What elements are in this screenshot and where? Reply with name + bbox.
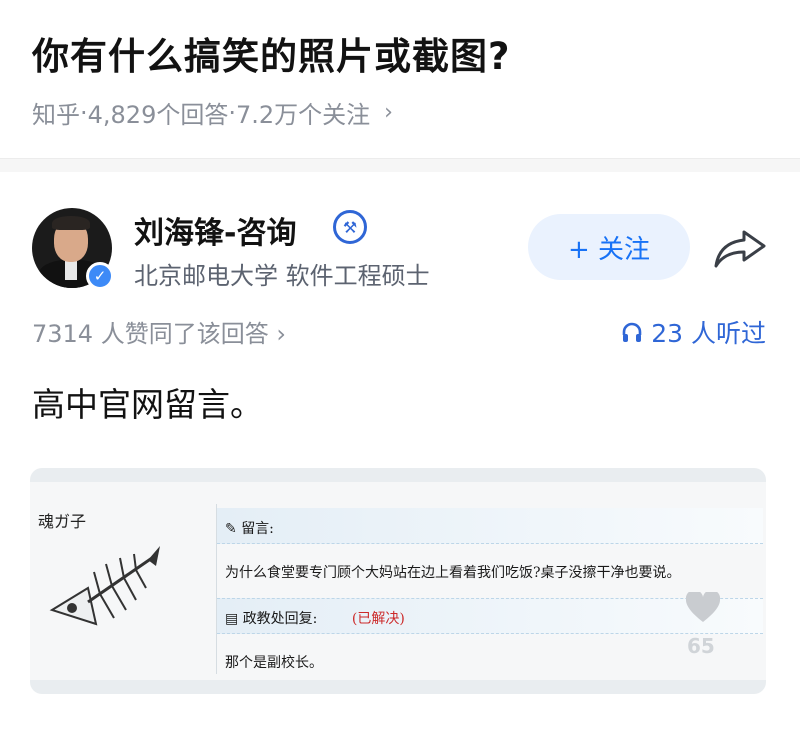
image-username: 魂ガ子 (38, 512, 87, 531)
listen-count[interactable]: 23 人听过 (621, 314, 766, 350)
message-text: 为什么食堂要专门顾个大妈站在边上看着我们吃饭?桌子没擦干净也要说。 (225, 565, 681, 581)
source-label: 知乎 (32, 101, 80, 129)
section-divider (0, 158, 800, 172)
chevron-right-icon: › (276, 320, 286, 348)
reply-text: 那个是副校长。 (225, 655, 323, 671)
meta-separator: · (80, 98, 88, 127)
reply-label: 政教处回复: (242, 611, 318, 627)
heart-icon[interactable] (686, 592, 720, 624)
followers-count: 7.2万个关注 (236, 101, 371, 129)
follow-button[interactable]: + 关注 (528, 214, 690, 280)
listen-count-text: 23 人听过 (651, 319, 766, 348)
reply-header: ▤ 政教处回复: (已解决) (225, 608, 405, 628)
message-header: ✎ 留言: (225, 518, 274, 538)
quill-icon: ✎ (225, 521, 242, 537)
meta-separator: · (228, 98, 236, 127)
headphones-icon (622, 322, 642, 342)
image-content: 魂ガ子 ✎ 留言: 为什么食堂要专门顾个大妈站在边上看着我们吃饭?桌子没擦干净也… (30, 482, 766, 680)
question-meta[interactable]: 知乎 · 4,829个回答 · 7.2万个关注 › (32, 95, 393, 130)
fish-bone-avatar (49, 546, 160, 626)
verified-check-icon: ✓ (86, 262, 114, 290)
hammer-badge-icon[interactable]: ⚒ (333, 210, 367, 244)
question-title[interactable]: 你有什么搞笑的照片或截图? (32, 26, 510, 80)
answers-count: 4,829个回答 (87, 101, 229, 129)
vote-summary[interactable]: 7314 人赞同了该回答 › (32, 314, 286, 349)
chevron-right-icon: › (384, 100, 393, 125)
follow-label: + 关注 (567, 234, 651, 265)
message-panel: ✎ 留言: 为什么食堂要专门顾个大妈站在边上看着我们吃饭?桌子没擦干净也要说。 … (216, 504, 763, 674)
author-name[interactable]: 刘海锋-咨询 (134, 208, 296, 252)
answer-text: 高中官网留言。 (32, 385, 263, 424)
votes-text: 7314 人赞同了该回答 (32, 320, 269, 348)
share-arrow-icon[interactable] (712, 226, 768, 270)
status-badge: (已解决) (351, 611, 405, 627)
list-icon: ▤ (225, 611, 243, 627)
author-description: 北京邮电大学 软件工程硕士 (134, 262, 430, 290)
like-count: 65 (687, 634, 715, 658)
answer-image[interactable]: 魂ガ子 ✎ 留言: 为什么食堂要专门顾个大妈站在边上看着我们吃饭?桌子没擦干净也… (30, 468, 766, 694)
message-label: 留言: (241, 521, 274, 537)
